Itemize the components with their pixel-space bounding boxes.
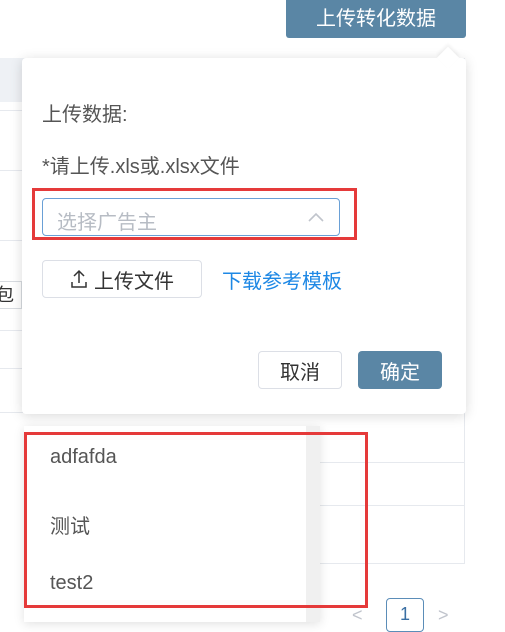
upload-popover: 上传数据: *请上传.xls或.xlsx文件 选择广告主 上传文件 下载参考模板… xyxy=(22,46,466,414)
confirm-button[interactable]: 确定 xyxy=(358,351,442,389)
dropdown-option[interactable]: adfafda xyxy=(50,446,117,469)
pagination-prev-button[interactable]: < xyxy=(352,605,363,626)
upload-file-label: 上传文件 xyxy=(94,270,174,293)
pagination-next-button[interactable]: > xyxy=(438,605,449,626)
table-cell-fragment: 包含 xyxy=(0,281,22,309)
chevron-up-icon xyxy=(308,212,324,222)
popover-title: 上传数据: xyxy=(42,104,128,126)
file-type-hint: *请上传.xls或.xlsx文件 xyxy=(42,156,240,178)
upload-icon xyxy=(71,269,87,288)
dropdown-option[interactable]: 测试 xyxy=(50,510,90,539)
dropdown-option[interactable]: test2 xyxy=(50,572,93,595)
advertiser-select[interactable]: 选择广告主 xyxy=(42,198,340,236)
download-template-link[interactable]: 下载参考模板 xyxy=(222,265,342,294)
pagination-page-button[interactable]: 1 xyxy=(386,598,424,632)
cancel-button[interactable]: 取消 xyxy=(258,351,342,389)
upload-file-button[interactable]: 上传文件 xyxy=(42,260,202,298)
upload-conversion-data-button[interactable]: 上传转化数据 xyxy=(286,0,466,38)
advertiser-select-placeholder: 选择广告主 xyxy=(57,212,157,234)
advertiser-dropdown: adfafda 测试 test2 xyxy=(24,426,320,622)
dropdown-scrollbar[interactable] xyxy=(306,426,320,622)
